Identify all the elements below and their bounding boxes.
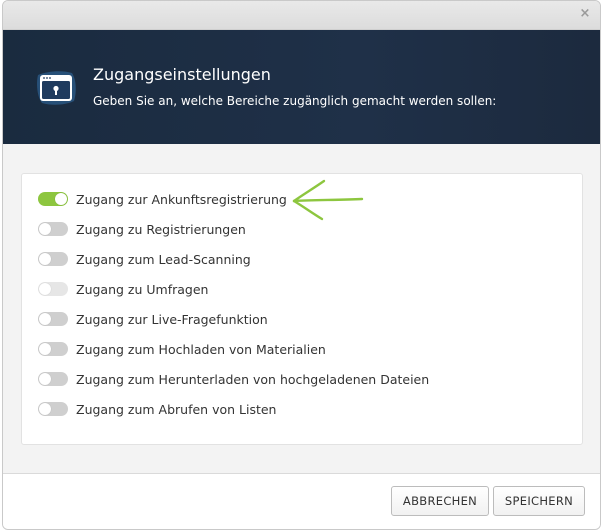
setting-label: Zugang zum Lead-Scanning <box>76 251 251 267</box>
dialog-footer: ABBRECHEN SPEICHERN <box>3 473 600 529</box>
toggle-knob <box>39 343 51 355</box>
setting-row-retrieve-lists[interactable]: Zugang zum Abrufen von Listen <box>38 399 276 419</box>
toggle-switch[interactable] <box>38 222 68 236</box>
toggle-switch[interactable] <box>38 342 68 356</box>
toggle-switch[interactable] <box>38 252 68 266</box>
browser-lock-icon <box>37 71 76 105</box>
setting-row-surveys: Zugang zu Umfragen <box>38 279 208 299</box>
close-icon[interactable]: × <box>578 7 592 21</box>
toggle-switch[interactable] <box>38 372 68 386</box>
setting-row-live-questions[interactable]: Zugang zur Live-Fragefunktion <box>38 309 268 329</box>
dialog-title: Zugangseinstellungen <box>93 65 271 84</box>
dialog-subtitle: Geben Sie an, welche Bereiche zugänglich… <box>93 94 497 108</box>
setting-row-registrations[interactable]: Zugang zu Registrierungen <box>38 219 246 239</box>
toggle-knob <box>39 283 51 295</box>
setting-label: Zugang zum Herunterladen von hochgeladen… <box>76 371 430 387</box>
toggle-knob <box>39 403 51 415</box>
toggle-knob <box>39 373 51 385</box>
setting-row-download-files[interactable]: Zugang zum Herunterladen von hochgeladen… <box>38 369 429 389</box>
dialog-titlebar: × <box>3 1 600 30</box>
toggle-knob <box>55 193 67 205</box>
toggle-knob <box>39 253 51 265</box>
setting-row-arrival-registration[interactable]: Zugang zur Ankunftsregistrierung <box>38 189 287 209</box>
hand-drawn-arrow-icon <box>292 179 364 221</box>
setting-row-upload-materials[interactable]: Zugang zum Hochladen von Materialien <box>38 339 326 359</box>
toggle-knob <box>39 223 51 235</box>
toggle-switch <box>38 282 68 296</box>
toggle-switch[interactable] <box>38 312 68 326</box>
setting-label: Zugang zur Ankunftsregistrierung <box>76 191 287 207</box>
setting-label: Zugang zum Hochladen von Materialien <box>76 341 326 357</box>
dialog-header: Zugangseinstellungen Geben Sie an, welch… <box>3 30 600 144</box>
setting-label: Zugang zum Abrufen von Listen <box>76 401 277 417</box>
toggle-knob <box>39 313 51 325</box>
cancel-button[interactable]: ABBRECHEN <box>391 486 489 516</box>
setting-label: Zugang zu Registrierungen <box>76 221 246 237</box>
access-settings-dialog: × Zugangseinstellungen Geben Sie an, wel… <box>2 0 601 530</box>
setting-label: Zugang zu Umfragen <box>76 281 209 297</box>
toggle-switch[interactable] <box>38 192 68 206</box>
save-button[interactable]: SPEICHERN <box>493 486 585 516</box>
setting-row-lead-scanning[interactable]: Zugang zum Lead-Scanning <box>38 249 251 269</box>
setting-label: Zugang zur Live-Fragefunktion <box>76 311 268 327</box>
toggle-switch[interactable] <box>38 402 68 416</box>
